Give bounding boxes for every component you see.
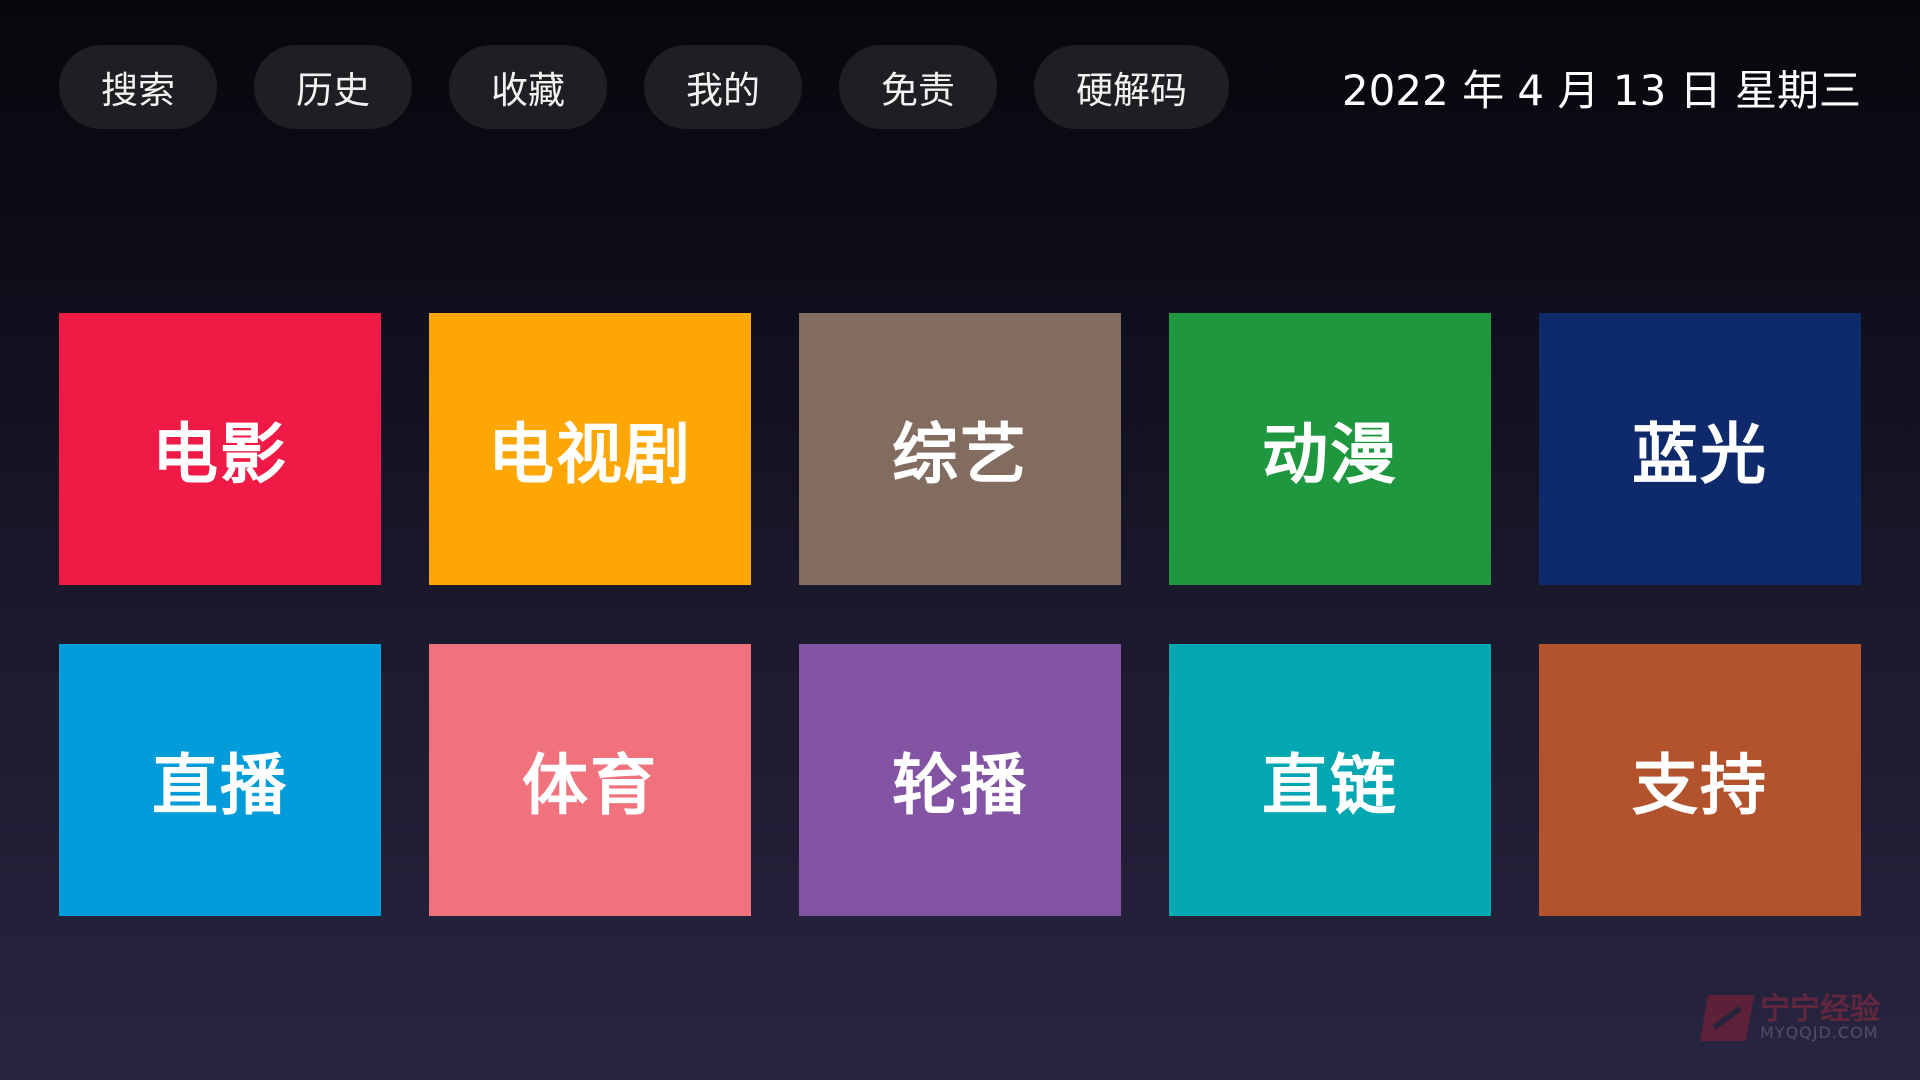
tile-label: 电视剧 bbox=[488, 416, 692, 493]
nav-disclaimer-button[interactable]: 免责 bbox=[839, 45, 997, 129]
tile-label: 体育 bbox=[522, 747, 658, 824]
tile-direct-link[interactable]: 直链 bbox=[1169, 644, 1491, 916]
watermark-text: 宁宁经验 MYQQJD.COM bbox=[1760, 994, 1880, 1042]
tile-carousel[interactable]: 轮播 bbox=[799, 644, 1121, 916]
watermark: 宁宁经验 MYQQJD.COM bbox=[1699, 994, 1880, 1042]
tile-label: 综艺 bbox=[892, 416, 1028, 493]
tile-tv-series[interactable]: 电视剧 bbox=[429, 313, 751, 585]
tile-bluray[interactable]: 蓝光 bbox=[1539, 313, 1861, 585]
tile-label: 动漫 bbox=[1262, 416, 1398, 493]
tile-label: 支持 bbox=[1632, 747, 1768, 824]
tile-label: 电影 bbox=[152, 416, 288, 493]
tile-label: 蓝光 bbox=[1632, 416, 1768, 493]
date-display: 2022 年 4 月 13 日 星期三 bbox=[1341, 65, 1861, 115]
nav-favorites-button[interactable]: 收藏 bbox=[449, 45, 607, 129]
tile-support[interactable]: 支持 bbox=[1539, 644, 1861, 916]
category-grid: 电影 电视剧 综艺 动漫 蓝光 直播 体育 轮播 直链 支持 bbox=[59, 313, 1861, 916]
nav-search-button[interactable]: 搜索 bbox=[59, 45, 217, 129]
top-bar: 搜索 历史 收藏 我的 免责 硬解码 2022 年 4 月 13 日 星期三 bbox=[59, 45, 1861, 129]
tile-movie[interactable]: 电影 bbox=[59, 313, 381, 585]
tile-variety[interactable]: 综艺 bbox=[799, 313, 1121, 585]
top-nav: 搜索 历史 收藏 我的 免责 硬解码 bbox=[59, 45, 1229, 129]
tile-label: 轮播 bbox=[892, 747, 1028, 824]
tile-live[interactable]: 直播 bbox=[59, 644, 381, 916]
tile-anime[interactable]: 动漫 bbox=[1169, 313, 1491, 585]
watermark-main: 宁宁经验 bbox=[1760, 991, 1880, 1027]
watermark-sub: MYQQJD.COM bbox=[1760, 1023, 1879, 1043]
tile-label: 直链 bbox=[1262, 747, 1398, 824]
tile-sports[interactable]: 体育 bbox=[429, 644, 751, 916]
tile-label: 直播 bbox=[152, 747, 288, 824]
logo-icon bbox=[1699, 994, 1755, 1041]
nav-hw-decode-button[interactable]: 硬解码 bbox=[1034, 45, 1229, 129]
nav-mine-button[interactable]: 我的 bbox=[644, 45, 802, 129]
nav-history-button[interactable]: 历史 bbox=[254, 45, 412, 129]
